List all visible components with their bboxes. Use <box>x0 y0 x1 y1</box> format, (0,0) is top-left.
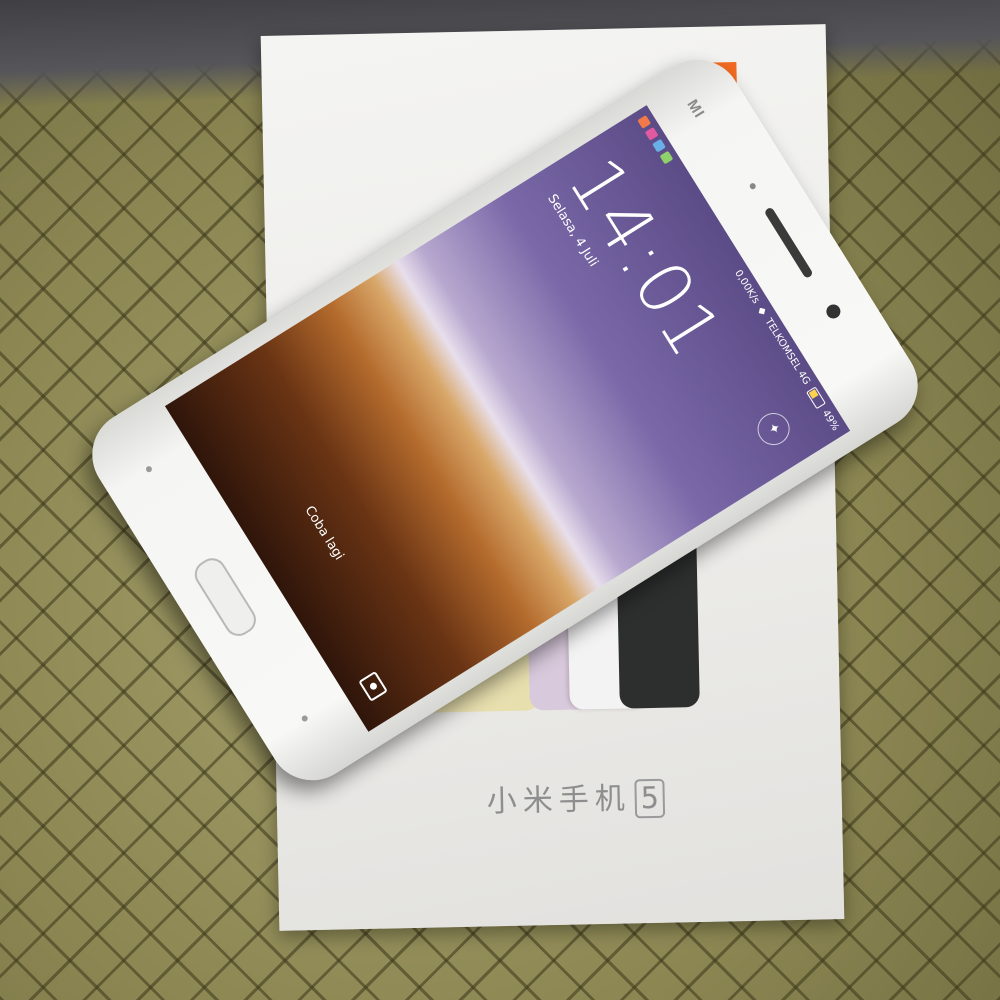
carrier-name: TELKOMSEL 4G <box>762 316 813 387</box>
notification-icon <box>659 150 674 165</box>
proximity-sensor <box>748 182 757 191</box>
camera-icon[interactable]: ● <box>358 670 388 702</box>
home-button[interactable] <box>189 553 262 642</box>
phone-brand: MI <box>683 96 708 122</box>
notification-icon <box>652 138 666 153</box>
front-camera <box>823 301 844 322</box>
earpiece <box>763 206 814 280</box>
box-title-number: 5 <box>634 778 666 819</box>
photo-scene: MI 小米手机5 MI <box>0 0 1000 1000</box>
network-speed: 0,00K/s <box>732 267 762 306</box>
flashlight-icon[interactable]: ✦ <box>751 406 796 452</box>
notification-icons <box>637 115 674 165</box>
notification-icon <box>644 126 659 141</box>
battery-icon <box>806 385 827 409</box>
menu-key-dot[interactable] <box>300 714 309 723</box>
unlock-hint: Coba lagi <box>301 503 347 563</box>
box-title-text: 小米手机 <box>486 781 632 820</box>
notification-icon <box>637 115 652 129</box>
wifi-icon: ◆ <box>755 304 770 318</box>
battery-level: 49% <box>820 408 842 433</box>
box-title: 小米手机 5 <box>486 773 666 822</box>
status-indicators: 0,00K/s ◆ TELKOMSEL 4G 49% <box>733 268 842 433</box>
back-key-dot[interactable] <box>144 465 154 474</box>
